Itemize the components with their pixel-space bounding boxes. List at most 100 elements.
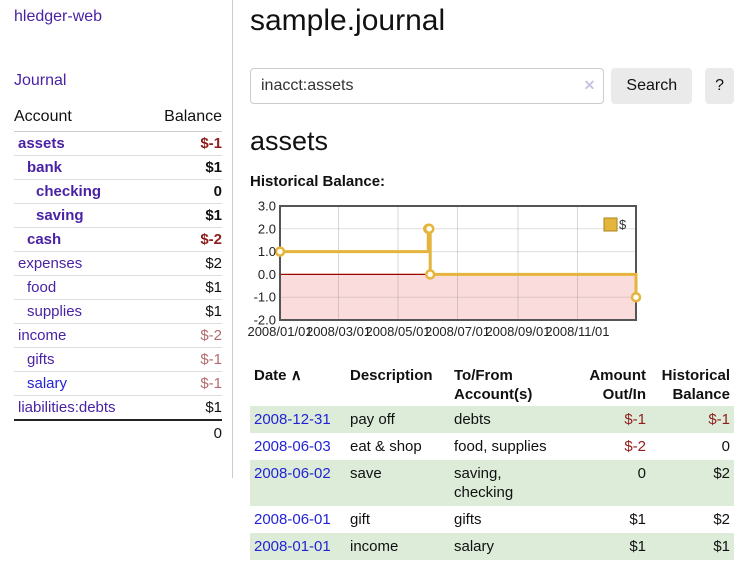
transaction-amount: $-1 [562, 406, 650, 433]
x-axis-tick-label: 2008/07/01 [425, 324, 490, 339]
transaction-date-link[interactable]: 2008-01-01 [254, 538, 331, 555]
account-row: food $1 [14, 276, 222, 300]
register-row: 2008-06-03eat & shopfood, supplies$-20 [250, 433, 734, 460]
x-axis-tick-label: 2008/03/01 [306, 324, 371, 339]
col-header-balance: Historical Balance [650, 364, 734, 406]
accounts-body: assets $-1 bank $1 checking 0 saving $1 cash $-2 e… [14, 132, 222, 421]
transaction-amount: $1 [562, 506, 650, 533]
account-row: cash $-2 [14, 228, 222, 252]
account-link-income[interactable]: income [18, 327, 66, 344]
account-row: supplies $1 [14, 300, 222, 324]
account-row: gifts$-1 [14, 348, 222, 372]
transaction-description: gift [346, 506, 450, 533]
account-balance: $1 [205, 207, 222, 224]
register-header-row: Date ∧ Description To/From Account(s) Am… [250, 364, 734, 406]
account-link-saving[interactable]: saving [36, 207, 84, 224]
account-balance: $-1 [200, 135, 222, 152]
search-input[interactable] [250, 68, 604, 104]
transaction-date-link[interactable]: 2008-06-02 [254, 465, 331, 482]
account-link-expenses[interactable]: expenses [18, 255, 82, 272]
transaction-balance: $1 [650, 533, 734, 560]
account-heading: assets [250, 126, 734, 157]
account-row: bank $1 [14, 156, 222, 180]
hledger-web-app: hledger-web Journal Account Balance asse… [0, 0, 742, 582]
transaction-date-link[interactable]: 2008-06-03 [254, 438, 331, 455]
account-balance: $2 [205, 255, 222, 272]
chart-title: Historical Balance: [250, 173, 734, 190]
account-balance: $-2 [200, 231, 222, 248]
transaction-date-link[interactable]: 2008-12-31 [254, 411, 331, 428]
page-title: sample.journal [250, 4, 734, 38]
sidebar: hledger-web Journal Account Balance asse… [0, 0, 233, 478]
historical-balance-chart: $3.02.01.00.0-1.0-2.02008/01/012008/03/0… [250, 198, 734, 344]
register-body: 2008-12-31pay offdebts$-1$-12008-06-03ea… [250, 406, 734, 560]
account-row: liabilities:debts $1 [14, 396, 222, 421]
search-help-button[interactable]: ? [705, 68, 734, 104]
account-row: salary $-1 [14, 372, 222, 396]
register-row: 2008-01-01incomesalary$1$1 [250, 533, 734, 560]
accounts-total-balance: 0 [147, 420, 222, 445]
account-balance: $1 [205, 159, 222, 176]
col-header-date-label: Date [254, 367, 287, 384]
main-content: sample.journal ✕ Search ? assets Histori… [250, 0, 734, 560]
y-axis-tick-label: -1.0 [254, 290, 276, 305]
legend-swatch-icon [604, 218, 617, 231]
transaction-balance: $2 [650, 506, 734, 533]
app-brand-link[interactable]: hledger-web [14, 8, 102, 26]
x-axis-tick-label: 2008/05/01 [365, 324, 430, 339]
transaction-accounts: gifts [450, 506, 562, 533]
sort-ascending-icon: ∧ [291, 367, 302, 384]
y-axis-tick-label: 3.0 [258, 199, 276, 214]
data-point-marker[interactable] [632, 293, 640, 301]
register-row: 2008-12-31pay offdebts$-1$-1 [250, 406, 734, 433]
transaction-accounts: salary [450, 533, 562, 560]
account-link-gifts[interactable]: gifts [27, 351, 55, 368]
journal-nav-link[interactable]: Journal [14, 72, 66, 89]
transaction-accounts: saving, checking [450, 460, 562, 506]
account-link-checking[interactable]: checking [36, 183, 101, 200]
account-link-food[interactable]: food [27, 279, 56, 296]
account-link-liabilities-debts[interactable]: liabilities:debts [18, 399, 116, 416]
y-axis-tick-label: 2.0 [258, 221, 276, 236]
accounts-header-row: Account Balance [14, 106, 222, 132]
transaction-date-link[interactable]: 2008-06-01 [254, 511, 331, 528]
search-button[interactable]: Search [611, 68, 692, 104]
data-point-marker[interactable] [426, 270, 434, 278]
legend-label: $ [619, 217, 627, 232]
account-balance: $-1 [200, 375, 222, 392]
account-balance: $1 [205, 399, 222, 416]
account-link-bank[interactable]: bank [27, 159, 62, 176]
transaction-amount: 0 [562, 460, 650, 506]
transaction-accounts: food, supplies [450, 433, 562, 460]
data-point-marker[interactable] [276, 248, 284, 256]
register-row: 2008-06-01 giftgifts$1$2 [250, 506, 734, 533]
transaction-description: income [346, 533, 450, 560]
transaction-description: pay off [346, 406, 450, 433]
account-row: expenses $2 [14, 252, 222, 276]
x-axis-tick-label: 2008/09/01 [485, 324, 550, 339]
data-point-marker[interactable] [425, 225, 433, 233]
account-link-supplies[interactable]: supplies [27, 303, 82, 320]
register-row: 2008-06-02savesaving, checking0$2 [250, 460, 734, 506]
account-row: checking 0 [14, 180, 222, 204]
accounts-total-row: 0 [14, 420, 222, 445]
account-row: saving $1 [14, 204, 222, 228]
account-balance: 0 [214, 183, 222, 200]
account-link-assets[interactable]: assets [18, 135, 65, 152]
account-balance: $1 [205, 303, 222, 320]
col-header-date[interactable]: Date ∧ [250, 364, 346, 406]
transaction-accounts: debts [450, 406, 562, 433]
y-axis-tick-label: 1.0 [258, 244, 276, 259]
account-balance: $1 [205, 279, 222, 296]
account-link-cash[interactable]: cash [27, 231, 61, 248]
register-table: Date ∧ Description To/From Account(s) Am… [250, 364, 734, 560]
transaction-balance: 0 [650, 433, 734, 460]
transaction-balance: $2 [650, 460, 734, 506]
x-axis-tick-label: 2008/01/01 [247, 324, 312, 339]
account-link-salary[interactable]: salary [27, 375, 67, 392]
clear-search-icon[interactable]: ✕ [584, 78, 596, 92]
search-form: ✕ Search ? [250, 68, 734, 104]
account-row: income$-2 [14, 324, 222, 348]
x-axis-tick-label: 2008/11/01 [545, 324, 609, 339]
balance-column-header: Balance [147, 106, 222, 132]
